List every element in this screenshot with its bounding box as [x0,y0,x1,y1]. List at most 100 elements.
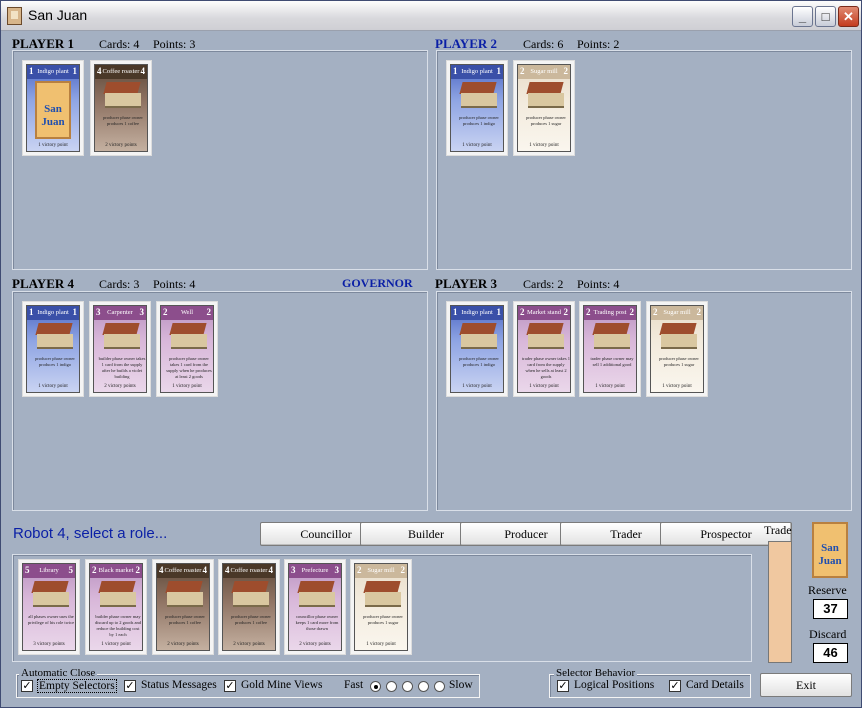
card-text: producer phase owner produces 1 indigo [35,356,75,367]
card-cost: 2 [563,307,569,317]
card-face: Indigo plant 1 1 producer phase owner pr… [26,305,80,393]
hand-card-sugar-mill[interactable]: Sugar mill 2 2 producer phase owner prod… [350,559,412,655]
hand-card-prefecture[interactable]: Prefecture 3 3 councillor phase owner ke… [284,559,346,655]
window-title: San Juan [28,7,88,23]
player1-name: PLAYER 1 [12,36,75,51]
card-vp: 1 victory point [101,642,131,647]
card-text: producer phase owner produces 1 coffee [231,614,271,625]
hand-card-black-market[interactable]: Black market 2 2 builder phase owner may… [85,559,147,655]
card-details-label[interactable]: Card Details [686,679,744,691]
card-text: all phases owner uses the privilege of h… [27,614,75,625]
reserve-label: Reserve [808,583,847,597]
card-vp: 1 victory point [529,143,559,148]
hand-card-library[interactable]: Library 5 5 all phases owner uses the pr… [18,559,80,655]
building-art [590,321,634,351]
maximize-button[interactable]: □ [815,6,836,27]
player1-header: PLAYER 1 [12,36,74,52]
exit-button[interactable]: Exit [760,673,852,697]
card-title: Trading post [584,306,636,320]
card-text: builder phase owner may discard up to 2 … [94,614,142,637]
card-face: Well 2 2 producer phase owner takes 1 ca… [160,305,214,393]
card-indigo-plant[interactable]: Indigo plant 1 1 producer phase owner pr… [446,60,508,156]
title-bar: San Juan _ □ ✕ [1,1,861,31]
card-indigo-plant[interactable]: Indigo plant 1 1 producer phase owner pr… [22,301,84,397]
card-face: Market stand 2 2 trader phase owner take… [517,305,571,393]
building-art [29,579,73,609]
card-text: producer phase owner takes 1 card from t… [166,356,212,379]
building-art [167,321,211,351]
card-title: Prefecture [289,564,341,578]
card-cost: 2 [520,307,525,317]
card-title: Well [161,306,213,320]
speed-radio-1[interactable] [370,681,381,692]
card-text: trader phase owner may sell 1 additional… [590,356,634,367]
player3-points: Points: 4 [577,277,620,291]
status-messages-checkbox[interactable]: ✓ [124,680,136,692]
player3-cards: Cards: 2 [523,277,564,291]
card-vp: 1 victory point [462,143,492,148]
card-sugar-mill[interactable]: Sugar mill 2 2 producer phase owner prod… [646,301,708,397]
close-button[interactable]: ✕ [838,6,859,27]
card-carpenter[interactable]: Carpenter 3 3 builder phase owner takes … [89,301,151,397]
main-window: San Juan _ □ ✕ PLAYER 1 Cards: 4 Points:… [0,0,862,708]
speed-slow-label: Slow [449,679,473,691]
card-text: councillor phase owner keeps 1 card more… [295,614,339,631]
card-vp: 1 victory point [529,384,559,389]
hand-card-coffee-roaster[interactable]: Coffee roaster 4 4 producer phase owner … [152,559,214,655]
card-cost: 3 [96,307,101,317]
card-text: producer phase owner produces 1 sugar [363,614,403,625]
card-cost: 3 [291,565,296,575]
card-cost: 4 [268,565,274,575]
building-art [457,80,501,110]
card-title: Indigo plant [451,65,503,79]
card-face: Coffee roaster 4 4 producer phase owner … [156,563,210,651]
player4-name: PLAYER 4 [12,276,75,291]
gold-mine-views-label[interactable]: Gold Mine Views [241,679,323,691]
empty-selectors-label[interactable]: Empty Selectors [37,679,117,693]
card-cost: 1 [453,66,458,76]
logical-positions-checkbox[interactable]: ✓ [557,680,569,692]
card-vp: 1 victory point [366,642,396,647]
card-text: trader phase owner takes 1 card from the… [522,356,570,379]
card-vp: 1 victory point [38,384,68,389]
speed-radio-5[interactable] [434,681,445,692]
discard-label: Discard [809,627,847,641]
speed-fast-label: Fast [344,679,364,691]
hand-card-coffee-roaster[interactable]: Coffee roaster 4 4 producer phase owner … [218,559,280,655]
card-face: Indigo plant 1 1 San Juan 1 victory poin… [26,64,80,152]
status-messages-label[interactable]: Status Messages [141,679,217,691]
card-title: Indigo plant [27,306,79,320]
player2-points: Points: 2 [577,37,620,51]
building-art [163,579,207,609]
card-sugar-mill[interactable]: Sugar mill 2 2 producer phase owner prod… [513,60,575,156]
speed-radio-4[interactable] [418,681,429,692]
card-cost: 4 [97,66,102,76]
card-cost: 2 [135,565,141,575]
speed-radio-2[interactable] [386,681,397,692]
player1-points: Points: 3 [153,37,196,51]
card-details-checkbox[interactable]: ✓ [669,680,681,692]
card-cost: 4 [159,565,164,575]
card-vp: 2 victory points [105,143,137,148]
minimize-button[interactable]: _ [792,6,813,27]
speed-radio-3[interactable] [402,681,413,692]
gold-mine-views-checkbox[interactable]: ✓ [224,680,236,692]
card-title: Coffee roaster [95,65,147,79]
empty-selectors-checkbox[interactable]: ✓ [21,680,33,692]
building-art [101,80,145,110]
card-title: Black market [90,564,142,578]
card-indigo-plant[interactable]: Indigo plant 1 1 producer phase owner pr… [446,301,508,397]
card-indigo-plant[interactable]: Indigo plant 1 1 San Juan 1 victory poin… [22,60,84,156]
logical-positions-label[interactable]: Logical Positions [574,679,654,691]
card-trading-post[interactable]: Trading post 2 2 trader phase owner may … [579,301,641,397]
card-cost: 2 [520,66,525,76]
card-text: builder phase owner takes 1 card from th… [98,356,146,379]
card-well[interactable]: Well 2 2 producer phase owner takes 1 ca… [156,301,218,397]
card-vp: 1 victory point [172,384,202,389]
card-market-stand[interactable]: Market stand 2 2 trader phase owner take… [513,301,575,397]
card-cost: 4 [140,66,146,76]
deck-logo[interactable]: San Juan [812,522,848,578]
card-title: Coffee roaster [223,564,275,578]
card-coffee-roaster[interactable]: Coffee roaster 4 4 producer phase owner … [90,60,152,156]
card-vp: 1 victory point [38,143,68,148]
